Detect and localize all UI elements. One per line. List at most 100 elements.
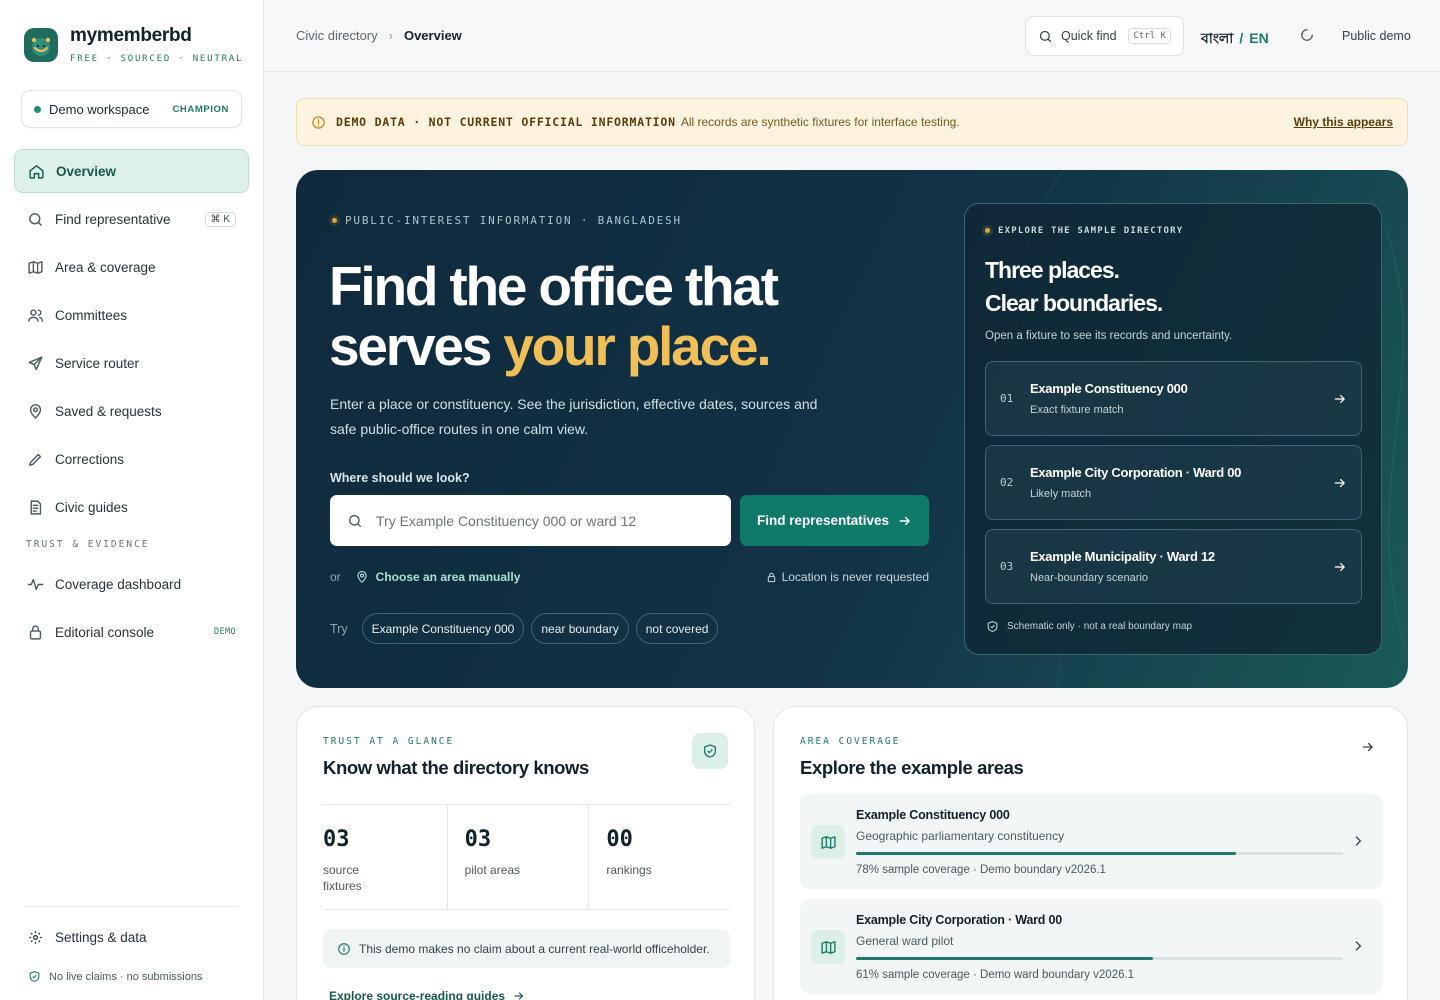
choose-area-manually-link[interactable]: Choose an area manually — [355, 570, 520, 584]
language-switcher[interactable]: বাংলা / EN — [1201, 27, 1269, 51]
why-this-appears-link[interactable]: Why this appears — [1294, 115, 1393, 129]
loading-spinner-icon — [1301, 29, 1313, 41]
sidebar-divider — [24, 906, 239, 907]
breadcrumb-current: Overview — [403, 28, 462, 43]
stat-value: 03 — [323, 827, 350, 852]
sidebar-item-editorial-console[interactable]: Editorial console DEMO — [14, 610, 249, 654]
sidebar-item-service-router[interactable]: Service router — [14, 341, 249, 385]
user-menu[interactable]: Public demo — [1342, 29, 1411, 43]
info-icon — [338, 942, 350, 955]
suggestion-chip[interactable]: not covered — [635, 613, 719, 644]
activity-icon — [27, 578, 44, 590]
search-icon — [29, 212, 42, 226]
settings-link[interactable]: Settings & data — [28, 930, 147, 945]
sidebar-item-area-coverage[interactable]: Area & coverage — [14, 245, 249, 289]
area-meta: 78% sample coverage · Demo boundary v202… — [856, 864, 1106, 876]
fixture-item[interactable]: 03 Example Municipality · Ward 12 Near-b… — [985, 529, 1362, 604]
sidebar-item-civic-guides[interactable]: Civic guides — [14, 485, 249, 529]
arrow-right-icon[interactable] — [1361, 740, 1375, 754]
settings-label: Settings & data — [55, 930, 147, 945]
pin-icon — [357, 570, 367, 584]
sidebar-item-label: Committees — [55, 307, 128, 323]
pencil-icon — [29, 453, 42, 466]
coverage-progress-fill — [856, 852, 1236, 855]
sidebar-item-label: Service router — [55, 355, 140, 371]
banner-tag: DEMO DATA · NOT CURRENT OFFICIAL INFORMA… — [336, 115, 676, 129]
lock-icon — [767, 572, 775, 582]
explore-footer-text: Schematic only · not a real boundary map — [1007, 621, 1193, 632]
area-row[interactable]: Example Constituency 000 Geographic parl… — [800, 794, 1383, 889]
suggestion-chip[interactable]: near boundary — [531, 613, 629, 644]
area-meta: 61% sample coverage · Demo ward boundary… — [856, 969, 1135, 981]
search-icon — [1039, 30, 1052, 42]
pin-icon — [29, 403, 42, 419]
arrow-right-icon — [1334, 562, 1345, 571]
kicker-dot — [982, 225, 993, 236]
lang-english[interactable]: EN — [1249, 30, 1268, 46]
source-guides-link[interactable]: Explore source-reading guides — [329, 989, 525, 1000]
sidebar-footer-note: No live claims · no submissions — [28, 970, 202, 983]
map-icon — [811, 930, 845, 964]
explore-title-line2: Clear boundaries. — [985, 290, 1163, 316]
hero-title-highlight: your place. — [503, 315, 771, 377]
sidebar-item-committees[interactable]: Committees — [14, 293, 249, 337]
find-representatives-button[interactable]: Find representatives — [740, 495, 929, 546]
quick-find-button[interactable]: Quick find Ctrl K — [1025, 16, 1184, 56]
fixture-number: 03 — [1000, 560, 1014, 573]
sidebar-item-corrections[interactable]: Corrections — [14, 437, 249, 481]
shortcut-badge: ⌘ K — [204, 211, 236, 227]
explore-kicker: EXPLORE THE SAMPLE DIRECTORY — [982, 225, 1183, 236]
workspace-switcher[interactable]: Demo workspace CHAMPION — [21, 90, 242, 128]
document-icon — [30, 499, 42, 515]
brand-tagline: FREE · SOURCED · NEUTRAL — [70, 54, 244, 64]
arrow-right-icon — [899, 516, 910, 525]
hero-subtitle: Enter a place or constituency. See the j… — [330, 396, 818, 437]
explore-title: Three places. Clear boundaries. — [985, 254, 1163, 320]
shield-check-icon — [987, 621, 998, 632]
sidebar-item-label: Editorial console — [55, 624, 155, 640]
area-row[interactable]: Example City Corporation · Ward 00 Gener… — [800, 899, 1383, 994]
gear-icon — [29, 931, 42, 944]
lang-bangla[interactable]: বাংলা — [1201, 30, 1233, 46]
explore-kicker-text: EXPLORE THE SAMPLE DIRECTORY — [998, 225, 1184, 236]
fixture-item[interactable]: 02 Example City Corporation · Ward 00 Li… — [985, 445, 1362, 520]
arrow-right-icon — [514, 992, 524, 1000]
workspace-status-dot — [34, 105, 41, 113]
fixture-desc: Near-boundary scenario — [1030, 572, 1149, 584]
stat-value: 00 — [606, 827, 633, 852]
search-placeholder: Try Example Constituency 000 or ward 12 — [376, 512, 637, 529]
sidebar-item-label: Saved & requests — [55, 403, 162, 419]
hero-kicker: PUBLIC-INTEREST INFORMATION · BANGLADESH — [329, 214, 682, 227]
coverage-card: AREA COVERAGE Explore the example areas … — [773, 706, 1408, 1000]
coverage-progress-bar — [856, 852, 1343, 855]
map-icon — [811, 825, 845, 859]
stat-label: pilot areas — [464, 863, 521, 877]
sidebar-item-label: Area & coverage — [55, 259, 156, 275]
sidebar-item-label: Find representative — [55, 211, 171, 227]
brand[interactable]: mymemberbd FREE · SOURCED · NEUTRAL — [24, 26, 243, 64]
fixture-number: 02 — [1000, 476, 1014, 489]
arrow-right-icon — [1334, 478, 1345, 487]
trust-stats: 03 source fixtures 03 pilot areas 00 ran… — [323, 804, 730, 910]
sidebar-item-label: Coverage dashboard — [55, 576, 182, 592]
sidebar-item-coverage-dashboard[interactable]: Coverage dashboard — [14, 562, 249, 606]
lock-icon — [29, 624, 42, 640]
suggestion-row: Try Example Constituency 000 near bounda… — [330, 613, 719, 644]
sidebar-section-title: TRUST & EVIDENCE — [26, 539, 150, 550]
fixture-name: Example Constituency 000 — [1030, 381, 1188, 396]
sidebar-nav: Overview Find representative ⌘ K Area & … — [14, 149, 249, 658]
sidebar-item-find-representative[interactable]: Find representative ⌘ K — [14, 197, 249, 241]
shield-check-icon — [692, 733, 728, 769]
fixture-item[interactable]: 01 Example Constituency 000 Exact fixtur… — [985, 361, 1362, 436]
suggestion-chip[interactable]: Example Constituency 000 — [361, 613, 525, 644]
sidebar-item-overview[interactable]: Overview — [14, 149, 249, 193]
fixture-number: 01 — [1000, 392, 1014, 405]
search-icon — [349, 514, 361, 527]
workspace-label: Demo workspace — [49, 101, 150, 117]
coverage-kicker: AREA COVERAGE — [800, 736, 901, 747]
trust-title: Know what the directory knows — [323, 757, 589, 778]
chevron-right-icon: › — [388, 28, 393, 43]
place-search-input[interactable]: Try Example Constituency 000 or ward 12 — [330, 495, 731, 546]
breadcrumb-civic-directory[interactable]: Civic directory — [296, 28, 378, 43]
sidebar-item-saved-requests[interactable]: Saved & requests — [14, 389, 249, 433]
